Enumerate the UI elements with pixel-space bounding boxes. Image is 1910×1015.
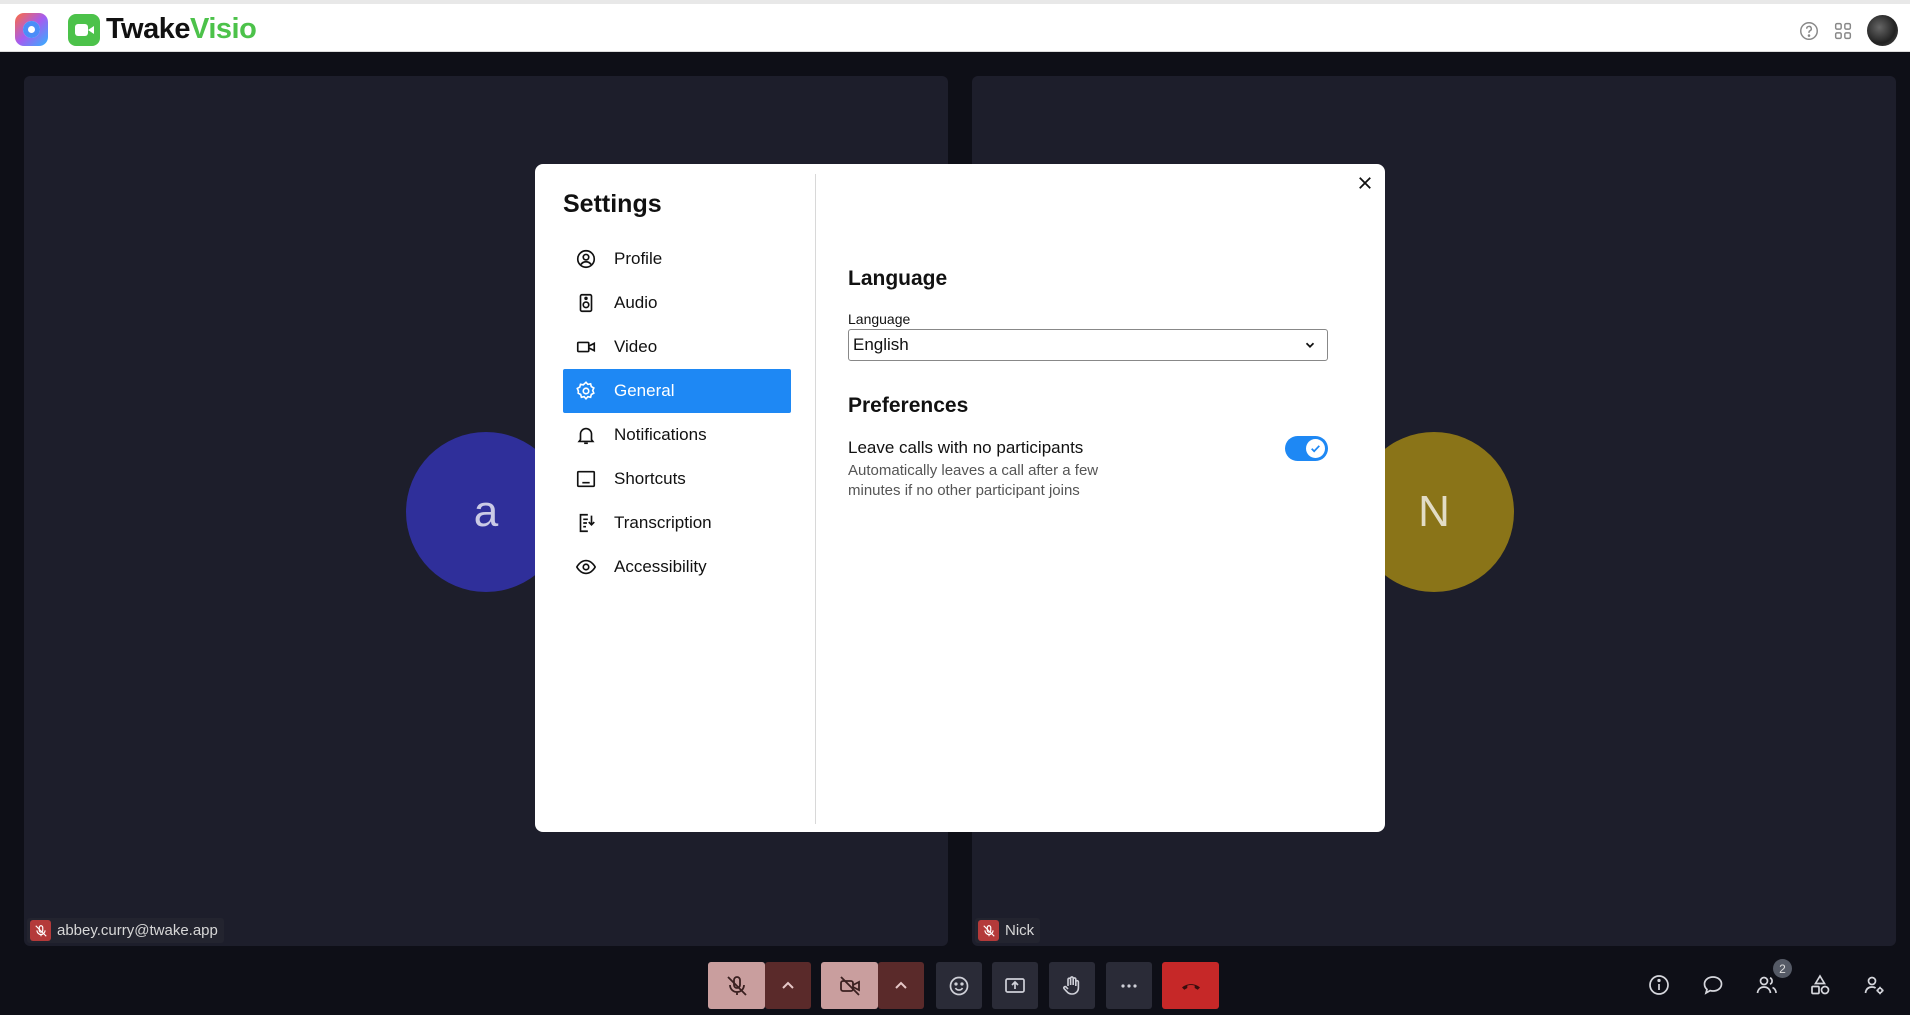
speaker-icon	[574, 291, 598, 315]
toggle-knob	[1306, 439, 1325, 458]
participant-name-tag: Nick	[975, 918, 1041, 943]
raise-hand-button[interactable]	[1049, 962, 1095, 1009]
info-icon[interactable]	[1647, 973, 1671, 997]
eye-icon	[574, 555, 598, 579]
language-section-title: Language	[848, 267, 948, 290]
tools-shapes-icon[interactable]	[1808, 973, 1832, 997]
screen-share-icon	[1005, 977, 1025, 993]
toggle-camera-button[interactable]	[821, 962, 878, 1009]
hand-icon	[1063, 975, 1080, 995]
chevron-up-icon	[782, 981, 794, 989]
settings-nav-label: Video	[614, 337, 658, 356]
more-options-button[interactable]	[1106, 962, 1152, 1009]
gear-icon	[574, 379, 598, 403]
top-bar: TwakeVisio	[0, 0, 1910, 52]
settings-nav-video[interactable]: Video	[563, 325, 791, 369]
grid-apps-icon[interactable]	[1832, 20, 1854, 42]
close-icon	[1359, 177, 1371, 189]
leave-calls-toggle[interactable]	[1285, 436, 1328, 461]
leave-calls-label: Leave calls with no participants	[848, 438, 1084, 457]
reactions-button[interactable]	[936, 962, 982, 1009]
mic-muted-icon	[978, 920, 999, 941]
settings-nav-label: Accessibility	[614, 557, 707, 576]
keyboard-icon	[574, 467, 598, 491]
chat-icon[interactable]	[1701, 973, 1725, 997]
settings-nav-general[interactable]: General	[563, 369, 791, 413]
mic-off-icon	[726, 975, 747, 996]
visio-logo-icon	[68, 14, 100, 46]
settings-nav-label: Profile	[614, 249, 663, 268]
settings-nav-label: Transcription	[614, 513, 712, 532]
chevron-down-icon	[1305, 342, 1315, 348]
camera-icon	[574, 335, 598, 359]
language-select[interactable]: English	[848, 329, 1328, 361]
screen-share-button[interactable]	[992, 962, 1038, 1009]
leave-calls-description: Automatically leaves a call after a few …	[848, 462, 1099, 499]
settings-nav-label: General	[614, 381, 675, 400]
profile-icon	[574, 247, 598, 271]
smiley-icon	[949, 976, 969, 995]
settings-nav-label: Shortcuts	[614, 469, 686, 488]
participant-name: Nick	[1005, 922, 1035, 939]
participant-name-tag: abbey.curry@twake.app	[27, 918, 224, 943]
settings-nav-shortcuts[interactable]: Shortcuts	[563, 457, 791, 501]
close-settings-button[interactable]	[1353, 171, 1377, 195]
admin-user-icon[interactable]	[1862, 973, 1886, 997]
language-field-label: Language	[848, 311, 911, 327]
hang-up-icon	[1181, 983, 1200, 990]
app-title-product: Visio	[190, 13, 257, 45]
app-title: TwakeVisio	[106, 13, 257, 46]
chevron-up-icon	[895, 981, 907, 989]
toggle-mic-button[interactable]	[708, 962, 765, 1009]
settings-nav-label: Notifications	[614, 425, 707, 444]
participant-name: abbey.curry@twake.app	[57, 922, 218, 939]
camera-off-icon	[839, 975, 860, 996]
settings-title: Settings	[563, 190, 662, 218]
settings-divider	[815, 174, 816, 824]
camera-options-button[interactable]	[878, 962, 924, 1009]
settings-nav-accessibility[interactable]: Accessibility	[563, 545, 791, 589]
participants-count-badge: 2	[1773, 959, 1792, 978]
document-icon	[574, 511, 598, 535]
language-select-value: English	[853, 335, 909, 354]
preferences-section-title: Preferences	[848, 394, 969, 417]
leave-call-button[interactable]	[1162, 962, 1219, 1009]
user-avatar[interactable]	[1867, 15, 1898, 46]
settings-nav-transcription[interactable]: Transcription	[563, 501, 791, 545]
apps-suite-logo-icon[interactable]	[15, 13, 48, 46]
bell-icon	[574, 423, 598, 447]
mic-options-button[interactable]	[765, 962, 811, 1009]
more-dots-icon	[1121, 983, 1137, 988]
check-icon	[1311, 445, 1320, 453]
mic-muted-icon	[30, 920, 51, 941]
settings-nav-audio[interactable]: Audio	[563, 281, 791, 325]
settings-nav-notifications[interactable]: Notifications	[563, 413, 791, 457]
app-title-brand: Twake	[106, 13, 191, 45]
help-icon[interactable]	[1798, 20, 1820, 42]
settings-nav-profile[interactable]: Profile	[563, 237, 791, 281]
participants-icon[interactable]	[1755, 973, 1779, 997]
settings-nav-label: Audio	[614, 293, 658, 312]
